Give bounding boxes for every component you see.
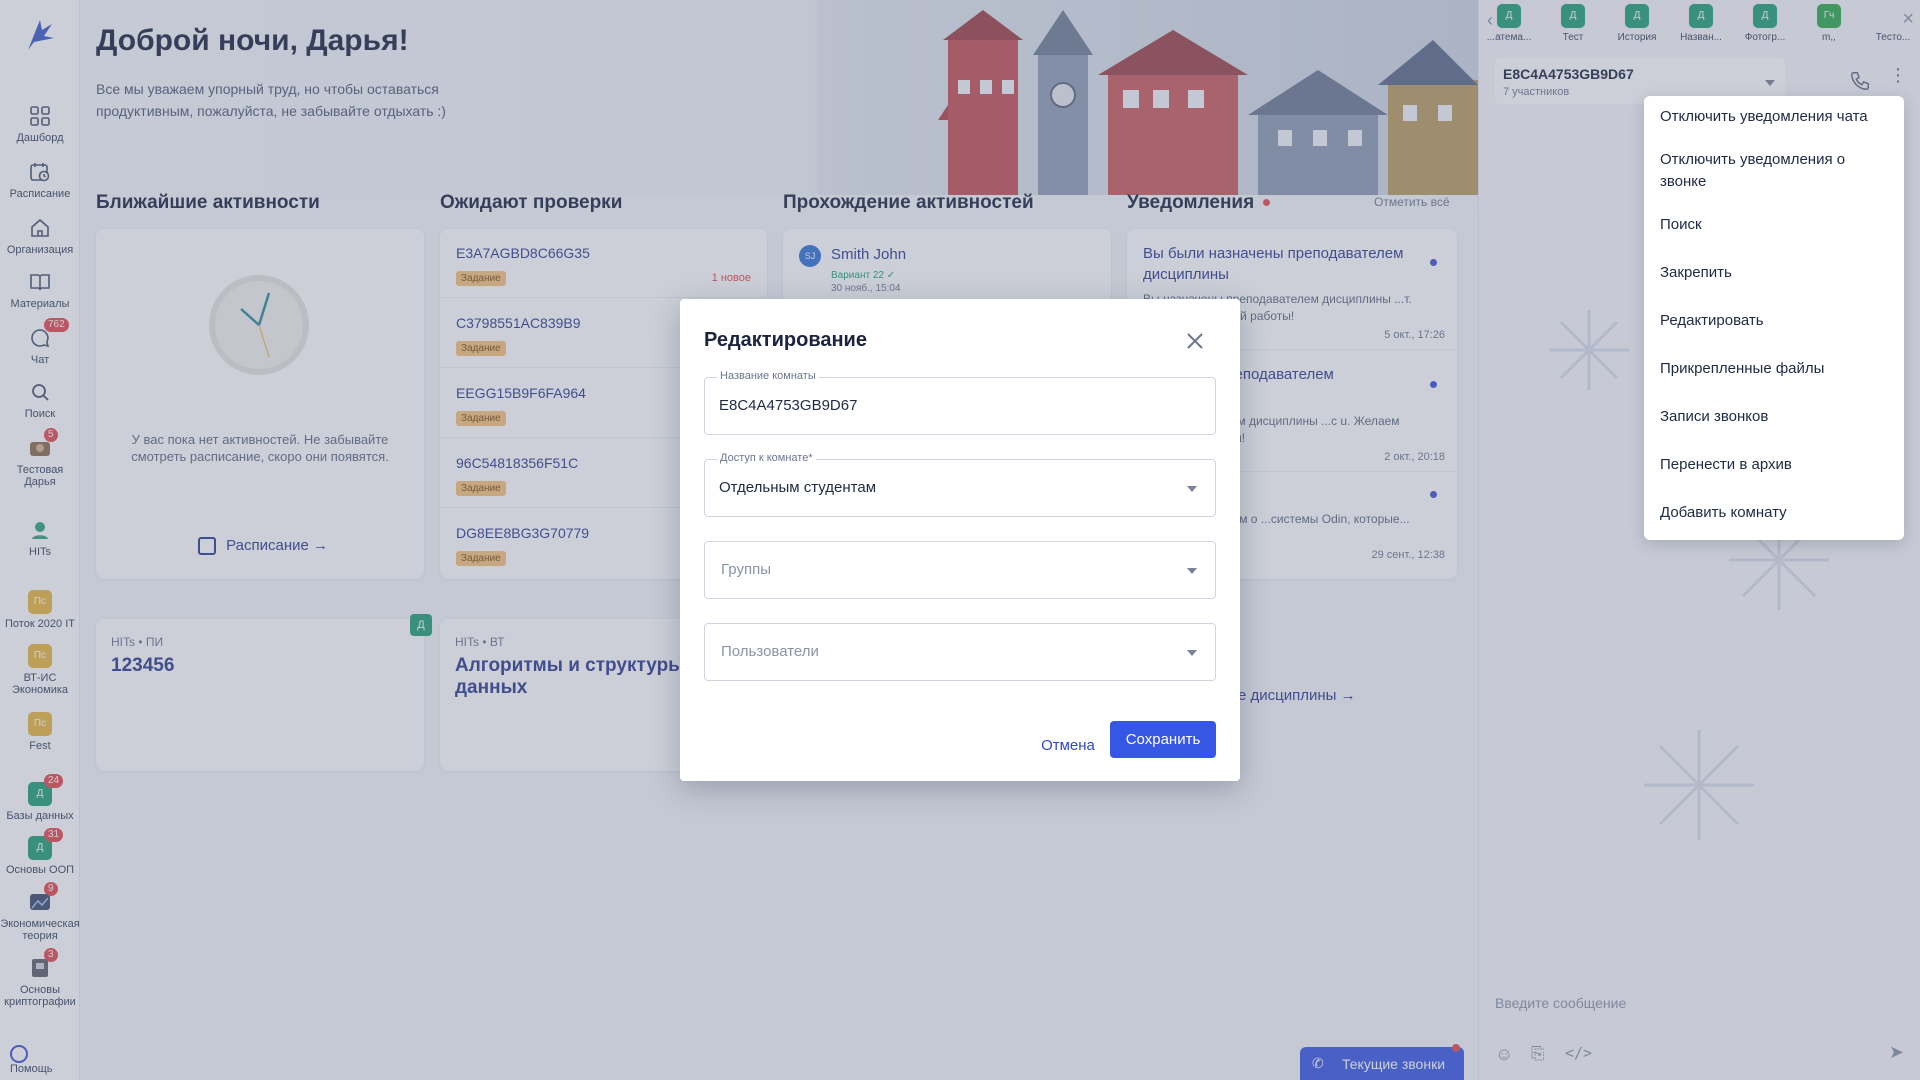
chevron-down-icon	[1187, 650, 1197, 656]
field-label: Доступ к комнате*	[717, 452, 816, 464]
edit-room-dialog: Редактирование Название комнаты E8C4A475…	[680, 299, 1240, 781]
chevron-down-icon	[1187, 486, 1197, 492]
save-button[interactable]: Сохранить	[1110, 721, 1216, 758]
groups-placeholder: Группы	[721, 561, 771, 578]
menu-item-mute-chat[interactable]: Отключить уведомления чата	[1660, 106, 1895, 128]
menu-item-pin[interactable]: Закрепить	[1660, 262, 1895, 284]
room-context-menu: Отключить уведомления чата Отключить уве…	[1644, 96, 1904, 540]
dialog-title: Редактирование	[704, 329, 867, 351]
field-label: Название комнаты	[717, 370, 819, 382]
menu-item-attached-files[interactable]: Прикрепленные файлы	[1660, 358, 1895, 380]
menu-item-mute-calls[interactable]: Отключить уведомления о звонке	[1660, 149, 1895, 193]
users-select[interactable]: Пользователи	[704, 623, 1216, 681]
menu-item-call-records[interactable]: Записи звонков	[1660, 406, 1895, 428]
close-icon[interactable]	[1186, 332, 1204, 350]
room-access-select[interactable]: Доступ к комнате* Отдельным студентам	[704, 452, 1216, 517]
chevron-down-icon	[1187, 568, 1197, 574]
menu-item-edit[interactable]: Редактировать	[1660, 310, 1895, 332]
menu-item-search[interactable]: Поиск	[1660, 214, 1895, 236]
menu-item-add-room[interactable]: Добавить комнату	[1660, 502, 1895, 524]
room-name-field[interactable]: Название комнаты E8C4A4753GB9D67	[704, 370, 1216, 435]
room-name-value: E8C4A4753GB9D67	[719, 397, 858, 414]
users-placeholder: Пользователи	[721, 643, 819, 660]
room-access-value: Отдельным студентам	[719, 479, 877, 496]
cancel-button[interactable]: Отмена	[1032, 727, 1104, 763]
menu-item-archive[interactable]: Перенести в архив	[1660, 454, 1895, 476]
groups-select[interactable]: Группы	[704, 541, 1216, 599]
